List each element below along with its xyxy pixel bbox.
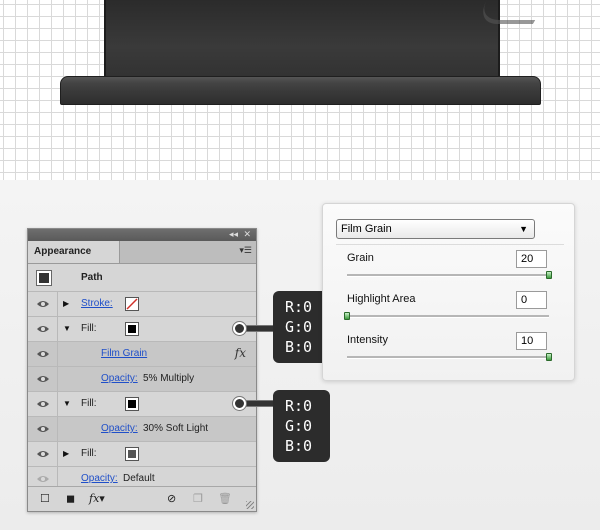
callout-r: R:0 (285, 397, 313, 415)
fill-row[interactable]: ▼ Fill: (28, 317, 256, 342)
fill-label: Fill: (81, 323, 97, 334)
appearance-rows: Path ▶ Stroke: ▼ Fill: Film Grain fx Opa… (28, 265, 256, 492)
intensity-slider-track[interactable] (347, 356, 549, 359)
appearance-panel: ◂◂ ✕ Appearance ▾☰ Path ▶ Stroke: ▼ Fill… (27, 228, 257, 512)
opacity-row[interactable]: Opacity: 5% Multiply (28, 367, 256, 392)
path-row[interactable]: Path (28, 265, 256, 292)
visibility-eye-icon[interactable] (36, 324, 50, 334)
stroke-none-swatch[interactable] (125, 297, 139, 311)
add-new-effect-button[interactable]: fx▾ (89, 492, 105, 506)
grain-slider-track[interactable] (347, 274, 549, 277)
stroke-row[interactable]: ▶ Stroke: (28, 292, 256, 317)
intensity-label: Intensity (347, 334, 388, 346)
intensity-input[interactable]: 10 (516, 332, 547, 350)
callout-dot (233, 397, 246, 410)
highlight-area-label: Highlight Area (347, 293, 416, 305)
grain-slider-thumb[interactable] (546, 271, 552, 279)
dark-object-base (60, 76, 541, 105)
highlight-area-input[interactable]: 0 (516, 291, 547, 309)
film-grain-dialog: Film Grain ▼ Grain 20 Highlight Area 0 I… (322, 203, 575, 381)
opacity-link[interactable]: Opacity: (101, 367, 138, 391)
panel-tab-row: Appearance ▾☰ (28, 241, 256, 264)
clear-appearance-icon[interactable]: ⊘ (167, 492, 176, 506)
fill-row[interactable]: ▼ Fill: (28, 392, 256, 417)
grain-input[interactable]: 20 (516, 250, 547, 268)
opacity-link[interactable]: Opacity: (101, 417, 138, 441)
panel-titlebar[interactable]: ◂◂ ✕ (28, 229, 256, 241)
tab-appearance[interactable]: Appearance (28, 241, 120, 263)
fill-swatch[interactable] (125, 447, 139, 461)
collapse-triangle-icon[interactable]: ▼ (63, 324, 71, 333)
collapse-triangle-icon[interactable]: ▼ (63, 399, 71, 408)
effect-row[interactable]: Film Grain fx (28, 342, 256, 367)
fx-icon[interactable]: fx (235, 346, 246, 360)
artboard-grid (0, 0, 600, 180)
filter-select-value: Film Grain (341, 223, 392, 235)
opacity-value: 5% Multiply (143, 373, 195, 384)
fill-swatch[interactable] (125, 322, 139, 336)
highlight-area-slider-track[interactable] (347, 315, 549, 318)
fill-row[interactable]: ▶ Fill: (28, 442, 256, 467)
callout-g: G:0 (285, 417, 313, 435)
panel-menu-icon[interactable]: ▾☰ (239, 245, 252, 256)
add-new-fill-icon[interactable]: ◼ (66, 492, 75, 506)
add-new-stroke-icon[interactable]: ☐ (40, 492, 50, 506)
panel-footer: ☐ ◼ fx▾ ⊘ ❐ 🗑 (28, 486, 256, 511)
visibility-eye-icon[interactable] (36, 349, 50, 359)
opacity-row[interactable]: Opacity: 30% Soft Light (28, 417, 256, 442)
collapse-icon[interactable]: ◂◂ (229, 228, 238, 240)
chevron-down-icon: ▼ (519, 224, 528, 234)
dark-object-body (104, 0, 500, 78)
fill-swatch[interactable] (125, 397, 139, 411)
duplicate-item-icon[interactable]: ❐ (193, 492, 203, 506)
divider (336, 244, 564, 245)
filter-select[interactable]: Film Grain ▼ (336, 219, 535, 239)
stroke-link[interactable]: Stroke: (81, 292, 113, 316)
resize-grip[interactable] (246, 501, 254, 509)
close-icon[interactable]: ✕ (243, 228, 251, 240)
visibility-eye-icon[interactable] (36, 474, 50, 484)
intensity-slider-thumb[interactable] (546, 353, 552, 361)
fill-label: Fill: (81, 398, 97, 409)
path-thumbnail (36, 270, 52, 286)
fill-label: Fill: (81, 448, 97, 459)
callout-b: B:0 (285, 437, 313, 455)
film-grain-link[interactable]: Film Grain (101, 342, 147, 366)
delete-item-icon[interactable]: 🗑 (218, 492, 232, 506)
visibility-eye-icon[interactable] (36, 449, 50, 459)
callout-dot (233, 322, 246, 335)
opacity-value: 30% Soft Light (143, 423, 209, 434)
visibility-eye-icon[interactable] (36, 399, 50, 409)
visibility-eye-icon[interactable] (36, 299, 50, 309)
visibility-eye-icon[interactable] (36, 424, 50, 434)
expand-triangle-icon[interactable]: ▶ (63, 299, 69, 308)
expand-triangle-icon[interactable]: ▶ (63, 449, 69, 458)
color-callout: R:0 G:0 B:0 (273, 390, 330, 462)
visibility-eye-icon[interactable] (36, 374, 50, 384)
highlight-area-slider-thumb[interactable] (344, 312, 350, 320)
path-label: Path (81, 272, 103, 283)
grain-label: Grain (347, 252, 374, 264)
